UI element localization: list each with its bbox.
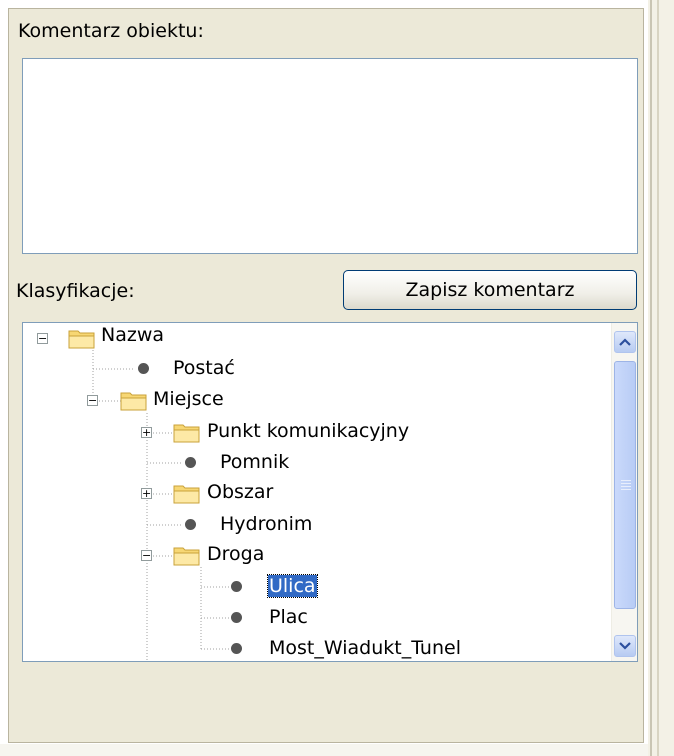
tree-node-label: Nazwa <box>101 324 165 346</box>
folder-icon <box>120 392 147 411</box>
tree-node-plac[interactable]: Plac <box>269 605 308 629</box>
collapse-icon[interactable]: − <box>87 395 98 406</box>
expand-icon[interactable]: + <box>141 427 152 438</box>
folder-icon <box>68 330 95 349</box>
classification-tree[interactable]: − Nazwa Postać − Miejsce + Punkt komunik… <box>22 322 638 662</box>
tree-node-label: Pomnik <box>220 451 290 473</box>
bullet-icon <box>231 643 242 654</box>
bottom-edge <box>0 744 648 756</box>
bullet-icon <box>231 581 242 592</box>
tree-node-label: Punkt komunikacyjny <box>207 420 410 442</box>
collapse-icon[interactable]: − <box>37 333 48 344</box>
bullet-icon <box>185 519 196 530</box>
chevron-up-icon <box>619 338 631 346</box>
bullet-icon <box>185 457 196 468</box>
tree-node-punkt-komunikacyjny[interactable]: Punkt komunikacyjny <box>207 419 409 443</box>
expand-icon[interactable]: + <box>141 488 152 499</box>
folder-icon <box>173 547 200 566</box>
scroll-up-button[interactable] <box>614 331 636 353</box>
tree-node-obszar[interactable]: Obszar <box>207 480 273 504</box>
tree-node-label: Postać <box>173 357 235 379</box>
classifications-label: Klasyfikacje: <box>16 280 135 302</box>
tree-node-label: Miejsce <box>153 388 224 410</box>
folder-icon <box>173 485 200 504</box>
comment-textarea[interactable] <box>22 58 638 254</box>
tree-node-label: Obszar <box>207 481 274 503</box>
scroll-thumb[interactable] <box>614 361 636 609</box>
comment-label: Komentarz obiektu: <box>18 20 204 42</box>
bullet-icon <box>231 612 242 623</box>
tree-node-label: Hydronim <box>220 513 313 535</box>
tree-scrollbar[interactable] <box>611 323 637 661</box>
tree-node-miejsce[interactable]: Miejsce <box>153 387 224 411</box>
tree-node-hydronim[interactable]: Hydronim <box>220 512 312 536</box>
bullet-icon <box>138 363 149 374</box>
tree-connector-lines <box>92 341 229 661</box>
tree-node-pomnik[interactable]: Pomnik <box>220 450 289 474</box>
collapse-icon[interactable]: − <box>141 550 152 561</box>
window-edge <box>648 0 674 756</box>
tree-node-label: Droga <box>207 543 265 565</box>
tree-node-ulica[interactable]: Ulica <box>267 574 318 598</box>
tree-node-most-wiadukt-tunel[interactable]: Most_Wiadukt_Tunel <box>269 636 461 660</box>
tree-node-nazwa[interactable]: Nazwa <box>101 323 164 347</box>
scroll-down-button[interactable] <box>614 635 636 657</box>
tree-node-label: Most_Wiadukt_Tunel <box>269 637 461 659</box>
save-comment-button[interactable]: Zapisz komentarz <box>343 270 637 310</box>
folder-icon <box>173 424 200 443</box>
tree-node-droga[interactable]: Droga <box>207 542 264 566</box>
tree-node-label: Plac <box>269 606 308 628</box>
tree-node-postac[interactable]: Postać <box>173 356 235 380</box>
chevron-down-icon <box>619 642 631 650</box>
tree-node-label: Ulica <box>267 574 318 598</box>
